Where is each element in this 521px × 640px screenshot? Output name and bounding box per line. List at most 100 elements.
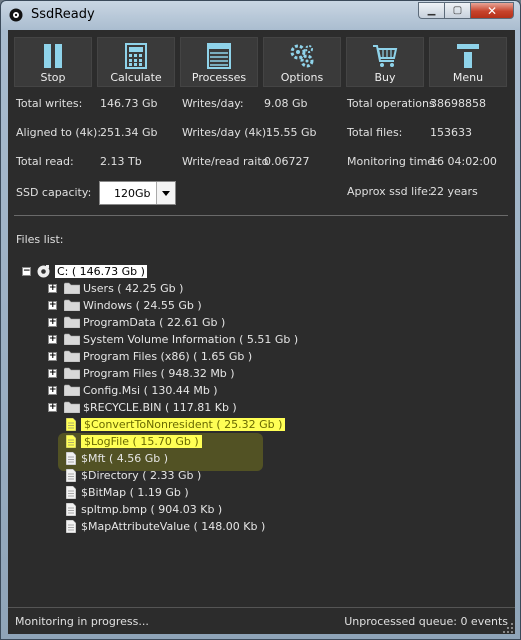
file-item[interactable]: $ConvertToNonresident ( 25.32 Gb ) bbox=[66, 416, 286, 432]
approx-life-label: Approx ssd life: bbox=[347, 185, 432, 198]
total-operations-label: Total operations bbox=[347, 97, 435, 110]
folder-item[interactable]: ProgramData ( 22.61 Gb ) bbox=[64, 314, 225, 330]
aligned-value: 251.34 Gb bbox=[100, 126, 158, 139]
folder-item[interactable]: Program Files (x86) ( 1.65 Gb ) bbox=[64, 348, 252, 364]
folder-label: Users ( 42.25 Gb ) bbox=[83, 281, 184, 295]
folder-icon bbox=[64, 350, 80, 362]
chevron-down-icon[interactable] bbox=[156, 182, 175, 204]
folder-item[interactable]: $RECYCLE.BIN ( 117.81 Kb ) bbox=[64, 399, 237, 415]
writes-day-4k-value: 15.55 Gb bbox=[266, 126, 317, 139]
folder-item[interactable]: Windows ( 24.55 Gb ) bbox=[64, 297, 202, 313]
files-list-label: Files list: bbox=[16, 233, 64, 246]
title-bar[interactable]: SsdReady ▁ ▢ ✕ bbox=[1, 1, 520, 29]
file-label: spltmp.bmp ( 904.03 Kb ) bbox=[81, 502, 223, 516]
writes-day-label: Writes/day: bbox=[182, 97, 244, 110]
maximize-button[interactable]: ▢ bbox=[444, 2, 470, 19]
buy-label: Buy bbox=[374, 71, 396, 84]
monitoring-time-value: 16 04:02:00 bbox=[430, 155, 497, 168]
resize-grip-icon[interactable] bbox=[503, 623, 513, 633]
file-item[interactable]: spltmp.bmp ( 904.03 Kb ) bbox=[66, 501, 222, 517]
status-bar: Monitoring in progress... Unprocessed qu… bbox=[8, 607, 515, 635]
tree-root[interactable]: C: ( 146.73 Gb ) bbox=[37, 263, 147, 279]
expand-toggle[interactable]: + bbox=[48, 352, 57, 361]
ssd-capacity-select[interactable]: 120Gb bbox=[99, 181, 176, 205]
processes-button[interactable]: Processes bbox=[180, 37, 258, 87]
file-label: $BitMap ( 1.19 Gb ) bbox=[81, 485, 189, 499]
file-icon bbox=[66, 434, 76, 448]
folder-item[interactable]: System Volume Information ( 5.51 Gb ) bbox=[64, 331, 298, 347]
menu-label: Menu bbox=[452, 71, 484, 84]
writes-day-value: 9.08 Gb bbox=[264, 97, 308, 110]
minimize-icon: ▁ bbox=[427, 5, 436, 16]
file-icon bbox=[66, 468, 76, 482]
folder-label: System Volume Information ( 5.51 Gb ) bbox=[83, 332, 299, 346]
main-panel: Stop Calculate Processes Options Buy Men… bbox=[8, 30, 515, 634]
gears-icon bbox=[290, 44, 314, 68]
total-operations-value: 38698858 bbox=[430, 97, 486, 110]
stop-label: Stop bbox=[40, 71, 66, 84]
file-icon bbox=[66, 519, 76, 533]
folder-label: Config.Msi ( 130.44 Mb ) bbox=[83, 383, 218, 397]
file-label: $MapAttributeValue ( 148.00 Kb ) bbox=[81, 519, 266, 533]
folder-item[interactable]: Config.Msi ( 130.44 Mb ) bbox=[64, 382, 218, 398]
file-item[interactable]: $Mft ( 4.56 Gb ) bbox=[66, 450, 168, 466]
options-button[interactable]: Options bbox=[263, 37, 341, 87]
total-writes-label: Total writes: bbox=[16, 97, 83, 110]
menu-icon bbox=[457, 44, 479, 68]
pause-icon bbox=[44, 44, 62, 68]
file-icon bbox=[66, 485, 76, 499]
folder-icon bbox=[64, 333, 80, 345]
file-icon bbox=[66, 502, 76, 516]
list-icon bbox=[207, 43, 231, 69]
cart-icon bbox=[373, 45, 398, 67]
file-item[interactable]: $LogFile ( 15.70 Gb ) bbox=[66, 433, 202, 449]
file-item[interactable]: $MapAttributeValue ( 148.00 Kb ) bbox=[66, 518, 265, 534]
close-button[interactable]: ✕ bbox=[470, 2, 514, 19]
calculator-icon bbox=[125, 43, 147, 69]
writes-day-4k-label: Writes/day (4k): bbox=[182, 126, 270, 139]
expand-toggle[interactable]: + bbox=[48, 318, 57, 327]
minimize-button[interactable]: ▁ bbox=[418, 2, 444, 19]
options-label: Options bbox=[280, 71, 324, 84]
file-label: $ConvertToNonresident ( 25.32 Gb ) bbox=[81, 417, 286, 431]
expand-toggle[interactable]: + bbox=[48, 284, 57, 293]
processes-label: Processes bbox=[191, 71, 247, 84]
expand-toggle[interactable]: + bbox=[48, 369, 57, 378]
aligned-label: Aligned to (4k): bbox=[16, 126, 102, 139]
files-tree: − C: ( 146.73 Gb ) + Users ( 42.25 Gb ) + W… bbox=[14, 251, 507, 603]
stop-button[interactable]: Stop bbox=[14, 37, 92, 87]
collapse-toggle[interactable]: − bbox=[22, 267, 31, 276]
folder-item[interactable]: Users ( 42.25 Gb ) bbox=[64, 280, 183, 296]
total-read-value: 2.13 Tb bbox=[100, 155, 142, 168]
folder-label: Windows ( 24.55 Gb ) bbox=[83, 298, 202, 312]
folder-icon bbox=[64, 316, 80, 328]
calculate-button[interactable]: Calculate bbox=[97, 37, 175, 87]
expand-toggle[interactable]: + bbox=[48, 403, 57, 412]
file-label: $Directory ( 2.33 Gb ) bbox=[81, 468, 202, 482]
close-icon: ✕ bbox=[486, 3, 498, 18]
status-text: Monitoring in progress... bbox=[15, 615, 149, 628]
file-label: $LogFile ( 15.70 Gb ) bbox=[81, 434, 202, 448]
menu-button[interactable]: Menu bbox=[429, 37, 507, 87]
ssd-capacity-label: SSD capacity: bbox=[16, 186, 92, 199]
write-read-ratio-label: Write/read raito bbox=[182, 155, 269, 168]
file-icon bbox=[66, 417, 76, 431]
file-icon bbox=[66, 451, 76, 465]
folder-icon bbox=[64, 384, 80, 396]
approx-life-value: 22 years bbox=[430, 185, 478, 198]
buy-button[interactable]: Buy bbox=[346, 37, 424, 87]
maximize-icon: ▢ bbox=[452, 5, 463, 16]
folder-item[interactable]: Program Files ( 948.32 Mb ) bbox=[64, 365, 235, 381]
ssd-capacity-value: 120Gb bbox=[114, 187, 151, 200]
expand-toggle[interactable]: + bbox=[48, 335, 57, 344]
total-read-label: Total read: bbox=[16, 155, 74, 168]
expand-toggle[interactable]: + bbox=[48, 301, 57, 310]
folder-label: $RECYCLE.BIN ( 117.81 Kb ) bbox=[83, 400, 237, 414]
file-label: $Mft ( 4.56 Gb ) bbox=[81, 451, 169, 465]
expand-toggle[interactable]: + bbox=[48, 386, 57, 395]
monitoring-time-label: Monitoring time: bbox=[347, 155, 438, 168]
file-item[interactable]: $BitMap ( 1.19 Gb ) bbox=[66, 484, 189, 500]
file-item[interactable]: $Directory ( 2.33 Gb ) bbox=[66, 467, 201, 483]
root-label: C: ( 146.73 Gb ) bbox=[55, 264, 147, 278]
drive-icon bbox=[37, 264, 50, 277]
